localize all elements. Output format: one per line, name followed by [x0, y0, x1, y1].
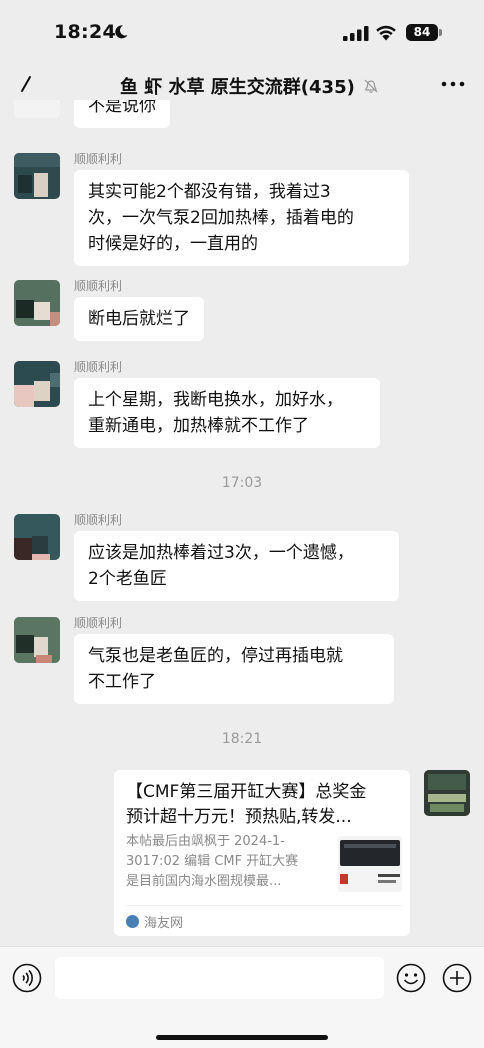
- article-title-line: 预计超十万元！预热贴,转发...: [126, 807, 352, 827]
- chat-title: 鱼 虾 水草 原生交流群(435): [120, 77, 355, 98]
- message-line: 时候是好的，一直用的: [88, 234, 258, 254]
- message-line: 上个星期，我断电换水，加好水，: [88, 390, 343, 410]
- avatar[interactable]: [14, 153, 60, 199]
- home-indicator: [156, 1035, 328, 1040]
- battery-icon: 84: [406, 24, 438, 41]
- sender-name: 顺顺利利: [74, 360, 123, 374]
- moon-icon: [115, 25, 128, 39]
- message-line: 次，一次气泵2回加热棒，插着电的: [88, 208, 354, 228]
- article-description: 本帖最后由飒枫于 2024-1- 3017:02 编辑 CMF 开缸大赛 是目前…: [126, 832, 324, 892]
- article-thumbnail: [338, 836, 402, 892]
- source-icon: [126, 915, 139, 928]
- my-avatar[interactable]: [424, 770, 470, 816]
- source-name: 海友网: [144, 916, 184, 931]
- article-title-line: 【CMF第三届开缸大赛】总奖金: [126, 782, 367, 802]
- message-text: 不是说你: [88, 100, 156, 116]
- article-desc-line: 是目前国内海水圈规模最...: [126, 874, 282, 889]
- message-input[interactable]: [55, 957, 384, 999]
- avatar[interactable]: [14, 361, 60, 407]
- signal-icon: [343, 26, 369, 41]
- message-line: 重新通电，加热棒就不工作了: [88, 416, 309, 436]
- sender-name: 顺顺利利: [74, 616, 123, 630]
- article-desc-line: 3017:02 编辑 CMF 开缸大赛: [126, 854, 299, 869]
- input-bar: [0, 946, 484, 1048]
- more-icon[interactable]: [440, 74, 466, 94]
- article-title: 【CMF第三届开缸大赛】总奖金 预计超十万元！预热贴,转发...: [126, 780, 402, 830]
- message-line: 其实可能2个都没有错，我着过3: [88, 182, 331, 202]
- battery-level: 84: [413, 25, 431, 39]
- message-line: 不工作了: [88, 672, 156, 692]
- article-desc-line: 本帖最后由飒枫于 2024-1-: [126, 834, 285, 849]
- avatar[interactable]: [14, 280, 60, 326]
- message-line: 2个老鱼匠: [88, 569, 167, 589]
- back-icon[interactable]: [14, 72, 38, 96]
- message-line: 应该是加热棒着过3次，一个遗憾，: [88, 543, 354, 563]
- article-source: 海友网: [126, 912, 183, 931]
- emoji-icon[interactable]: [396, 963, 426, 993]
- message-bubble[interactable]: 上个星期，我断电换水，加好水， 重新通电，加热棒就不工作了: [74, 378, 380, 448]
- status-time: 18:24: [54, 21, 116, 43]
- sender-name: 顺顺利利: [74, 152, 123, 166]
- battery-tip: [439, 29, 442, 36]
- chat-area[interactable]: 不是说你 顺顺利利 其实可能2个都没有错，我着过3 次，一次气泵2回加热棒，插着…: [0, 100, 484, 946]
- plus-icon[interactable]: [442, 963, 472, 993]
- voice-icon[interactable]: [12, 963, 42, 993]
- card-divider: [126, 905, 402, 906]
- message-bubble[interactable]: 不是说你: [74, 100, 170, 128]
- wifi-icon: [376, 25, 396, 41]
- mute-icon: [364, 79, 378, 93]
- avatar[interactable]: [14, 617, 60, 663]
- article-card[interactable]: 【CMF第三届开缸大赛】总奖金 预计超十万元！预热贴,转发... 本帖最后由飒枫…: [114, 770, 410, 936]
- avatar[interactable]: [14, 100, 60, 118]
- message-line: 断电后就烂了: [88, 309, 190, 329]
- avatar[interactable]: [14, 514, 60, 560]
- message-bubble[interactable]: 气泵也是老鱼匠的，停过再插电就 不工作了: [74, 634, 394, 704]
- status-bar: 18:24 84: [0, 0, 484, 64]
- timestamp-divider: 18:21: [221, 731, 263, 747]
- sender-name: 顺顺利利: [74, 513, 123, 527]
- timestamp-divider: 17:03: [221, 475, 263, 491]
- message-bubble[interactable]: 应该是加热棒着过3次，一个遗憾， 2个老鱼匠: [74, 531, 399, 601]
- sender-name: 顺顺利利: [74, 279, 123, 293]
- message-bubble[interactable]: 其实可能2个都没有错，我着过3 次，一次气泵2回加热棒，插着电的 时候是好的，一…: [74, 170, 409, 266]
- message-line: 气泵也是老鱼匠的，停过再插电就: [88, 646, 343, 666]
- message-bubble[interactable]: 断电后就烂了: [74, 297, 204, 341]
